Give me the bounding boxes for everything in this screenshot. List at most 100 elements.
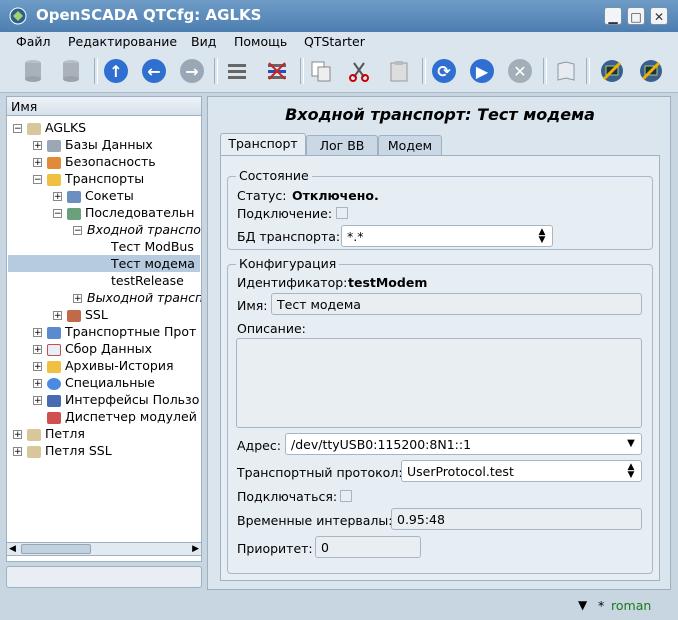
expand-icon[interactable]: + <box>33 141 42 151</box>
expand-icon[interactable]: + <box>13 430 22 440</box>
ssl-icon <box>67 309 81 322</box>
tree-horizontal-scrollbar[interactable]: ◀ ▶ <box>6 542 202 556</box>
expand-icon[interactable]: + <box>33 328 42 338</box>
expand-icon[interactable]: + <box>33 345 42 355</box>
tree-item-user-interfaces[interactable]: + Интерфейсы Пользо <box>33 391 199 408</box>
stop-icon[interactable]: ✕ <box>505 56 535 86</box>
status-label: Статус: <box>237 188 287 203</box>
tree-item-loop-ssl[interactable]: + Петля SSL <box>13 442 112 459</box>
tree-item-sockets[interactable]: + Сокеты <box>53 187 134 204</box>
name-label: Имя: <box>237 298 268 313</box>
qtcfg-icon[interactable] <box>597 56 627 86</box>
serial-icon <box>67 207 81 220</box>
spinner-arrows-icon[interactable]: ▲ ▼ <box>534 228 550 245</box>
scroll-right-icon[interactable]: ▶ <box>192 544 199 554</box>
tree-item-ssl[interactable]: + SSL <box>53 306 108 323</box>
db-select[interactable]: *.* ▲ ▼ <box>341 225 553 247</box>
name-field[interactable]: Тест модема <box>271 293 642 315</box>
menu-file[interactable]: Файл <box>16 34 51 49</box>
cut-icon[interactable] <box>344 56 374 86</box>
menu-view[interactable]: Вид <box>191 34 216 49</box>
menu-qtstarter[interactable]: QTStarter <box>304 34 365 49</box>
manual-icon[interactable] <box>551 56 581 86</box>
tree-item-output-transports[interactable]: + Выходной трансп <box>73 289 201 306</box>
expand-icon[interactable]: + <box>73 294 82 304</box>
database-save-icon[interactable] <box>56 56 86 86</box>
protocol-icon <box>47 326 61 339</box>
expand-icon[interactable]: + <box>33 379 42 389</box>
state-group-title: Состояние <box>236 168 312 183</box>
folder-icon <box>27 445 41 458</box>
tree-item-special[interactable]: + Специальные <box>33 374 155 391</box>
priority-field[interactable]: 0 <box>315 536 421 558</box>
tree-item-test-modbus[interactable]: Тест ModBus <box>111 238 194 255</box>
paste-icon[interactable] <box>384 56 414 86</box>
navigation-tree: − AGLKS + Базы Данных + Безопасность − Транс… <box>6 116 202 562</box>
expand-icon[interactable]: + <box>33 396 42 406</box>
socket-icon <box>67 190 81 203</box>
reload-icon[interactable]: ⟳ <box>429 56 459 86</box>
copy-icon[interactable] <box>306 56 336 86</box>
start-icon[interactable]: ▶ <box>467 56 497 86</box>
folder-icon <box>27 428 41 441</box>
add-item-icon[interactable] <box>222 56 252 86</box>
tree-item-loop[interactable]: + Петля <box>13 425 85 442</box>
current-user[interactable]: roman <box>611 598 651 613</box>
tree-item-databases[interactable]: + Базы Данных <box>33 136 153 153</box>
tree-item-security[interactable]: + Безопасность <box>33 153 156 170</box>
tree-item-daq[interactable]: + Сбор Данных <box>33 340 152 357</box>
collapse-icon[interactable]: − <box>53 209 62 219</box>
tree-item-transports[interactable]: − Транспорты <box>33 170 144 187</box>
forward-icon[interactable]: → <box>177 56 207 86</box>
tree-item-serial[interactable]: − Последовательн <box>53 204 194 221</box>
tree-item-input-transports[interactable]: − Входной транспо <box>73 221 201 238</box>
expand-icon[interactable]: + <box>53 311 62 321</box>
tree-header[interactable]: Имя <box>6 96 202 116</box>
scrollbar-thumb[interactable] <box>21 544 91 554</box>
timings-field[interactable]: 0.95:48 <box>391 508 642 530</box>
chevron-down-icon[interactable]: ▼ <box>623 436 639 452</box>
expand-icon[interactable]: + <box>33 158 42 168</box>
protocol-select[interactable]: UserProtocol.test ▲ ▼ <box>401 460 642 482</box>
id-value: testModem <box>348 275 428 290</box>
maximize-button[interactable]: □ <box>627 7 645 25</box>
expand-icon[interactable]: + <box>33 362 42 372</box>
tree-item-archives[interactable]: + Архивы-История <box>33 357 173 374</box>
tab-modem[interactable]: Модем <box>378 135 442 155</box>
delete-item-icon[interactable] <box>262 56 292 86</box>
collapse-icon[interactable]: − <box>73 226 82 236</box>
timings-label: Временные интервалы: <box>237 513 393 528</box>
uiproc-icon[interactable] <box>636 56 666 86</box>
minimize-button[interactable]: ▁ <box>604 7 622 25</box>
database-load-icon[interactable] <box>18 56 48 86</box>
expand-icon[interactable]: + <box>13 447 22 457</box>
tab-content: Состояние Статус: Отключено. Подключение… <box>220 155 660 581</box>
address-combo[interactable]: /dev/ttyUSB0:115200:8N1::1 ▼ <box>285 433 642 455</box>
autostart-checkbox[interactable] <box>340 490 352 502</box>
status-bar: ▼ * roman <box>0 594 678 620</box>
collapse-icon[interactable]: − <box>33 175 42 185</box>
database-icon <box>47 139 61 152</box>
tree-item-test-release[interactable]: testRelease <box>111 272 184 289</box>
tab-transport[interactable]: Транспорт <box>220 133 306 156</box>
spinner-arrows-icon[interactable]: ▲ ▼ <box>623 463 639 480</box>
description-label: Описание: <box>237 321 306 336</box>
tree-item-test-modem[interactable]: Тест модема <box>8 255 200 272</box>
expand-icon[interactable]: + <box>53 192 62 202</box>
toolbar-separator <box>586 58 590 84</box>
connection-checkbox[interactable] <box>336 207 348 219</box>
db-label: БД транспорта: <box>237 229 341 244</box>
tree-item-aglks[interactable]: − AGLKS <box>13 119 86 136</box>
collapse-icon[interactable]: − <box>13 124 22 134</box>
close-button[interactable]: ✕ <box>650 7 668 25</box>
tree-item-module-manager[interactable]: Диспетчер модулей <box>47 408 197 425</box>
scroll-left-icon[interactable]: ◀ <box>9 544 16 554</box>
back-icon[interactable]: ← <box>139 56 169 86</box>
tree-item-protocols[interactable]: + Транспортные Прот <box>33 323 196 340</box>
chevron-down-icon[interactable]: ▼ <box>578 598 587 612</box>
up-icon[interactable]: ↑ <box>101 56 131 86</box>
description-field[interactable] <box>236 338 642 428</box>
menu-edit[interactable]: Редактирование <box>68 34 177 49</box>
tab-io-log[interactable]: Лог ВВ <box>306 135 378 155</box>
menu-help[interactable]: Помощь <box>234 34 287 49</box>
